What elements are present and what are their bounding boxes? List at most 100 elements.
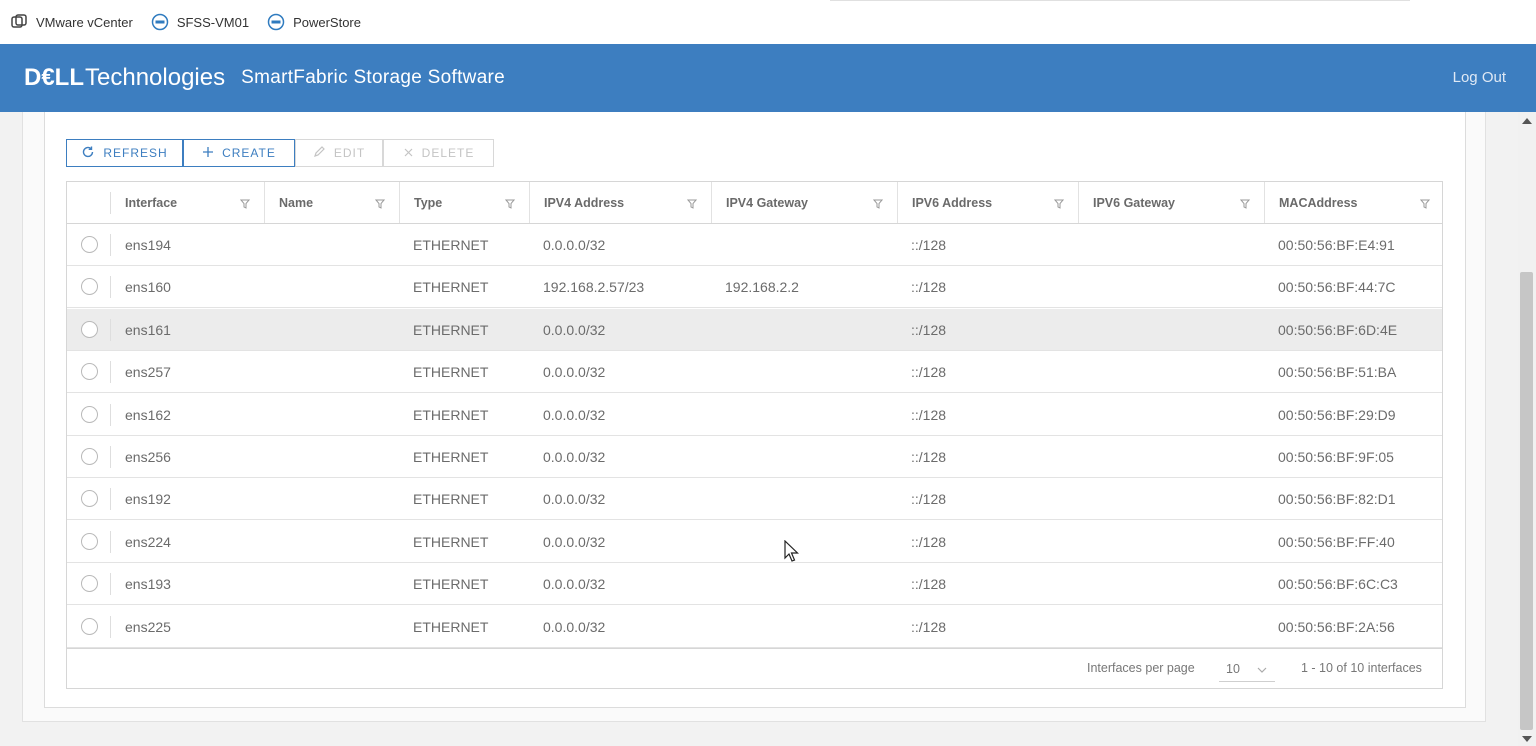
edit-label: EDIT	[333, 146, 366, 160]
bookmark-vmware-vcenter[interactable]: VMware vCenter	[10, 13, 133, 31]
row-select-radio[interactable]	[81, 320, 98, 338]
cell-mac-address: 00:50:56:BF:FF:40	[1278, 533, 1395, 550]
chevron-down-icon	[1257, 663, 1267, 677]
filter-icon[interactable]	[1239, 198, 1251, 212]
header-col-name[interactable]: Name	[264, 182, 399, 223]
cell-type: ETHERNET	[413, 491, 489, 508]
refresh-button[interactable]: REFRESH	[66, 139, 183, 167]
row-select-radio[interactable]	[81, 575, 98, 593]
row-select-radio[interactable]	[81, 236, 98, 253]
dell-logo-icon	[267, 13, 285, 31]
column-header-label: Name	[279, 195, 314, 210]
table-row[interactable]: ens193 ETHERNET 0.0.0.0/32::/128 00:50:56:B…	[67, 563, 1442, 606]
filter-icon[interactable]	[504, 198, 516, 212]
table-row[interactable]: ens160 ETHERNET 192.168.2.57/23 192.168.2.2…	[67, 266, 1442, 309]
cell-mac-address: 00:50:56:BF:6D:4E	[1278, 321, 1398, 338]
cell-mac-address: 00:50:56:BF:E4:91	[1278, 237, 1395, 253]
column-header-label: IPV6 Gateway	[1093, 195, 1175, 210]
table-row[interactable]: ens256 ETHERNET 0.0.0.0/32::/128 00:50:56:B…	[67, 436, 1442, 478]
per-page-label: Interfaces per page	[1087, 661, 1195, 675]
delete-button[interactable]: DELETE	[383, 139, 494, 167]
cell-ipv6-address: ::/128	[911, 576, 947, 593]
table-row[interactable]: ens192 ETHERNET 0.0.0.0/32::/128 00:50:56:B…	[67, 478, 1442, 521]
row-select-radio[interactable]	[81, 490, 98, 508]
filter-icon[interactable]	[872, 198, 884, 212]
filter-icon[interactable]	[686, 198, 698, 212]
mouse-pointer-icon	[784, 539, 800, 567]
pagination-info: 1 - 10 of 10 interfaces	[1301, 661, 1422, 675]
scroll-thumb[interactable]	[1520, 272, 1533, 730]
filter-icon[interactable]	[1053, 198, 1065, 212]
cell-ipv4-address: 0.0.0.0/32	[543, 533, 606, 550]
table-row[interactable]: ens162 ETHERNET 0.0.0.0/32::/128 00:50:56:B…	[67, 394, 1442, 436]
row-select-radio[interactable]	[81, 532, 98, 550]
cell-type: ETHERNET	[413, 321, 489, 338]
filter-icon[interactable]	[239, 198, 251, 212]
cell-ipv6-address: ::/128	[911, 491, 947, 508]
cell-interface: ens224	[125, 533, 171, 550]
table-row[interactable]: ens257 ETHERNET 0.0.0.0/32::/128 00:50:56:B…	[67, 351, 1442, 394]
bookmark-label: VMware vCenter	[36, 14, 133, 30]
cell-interface: ens193	[125, 576, 171, 593]
table-footer: Interfaces per page 10 1 - 10 of 10 inte…	[67, 648, 1442, 688]
row-select-radio[interactable]	[81, 448, 98, 465]
edit-button[interactable]: EDIT	[295, 139, 383, 167]
table-row[interactable]: ens224 ETHERNET 0.0.0.0/32::/128 00:50:56:B…	[67, 521, 1442, 563]
select-column-divider	[110, 573, 111, 596]
cell-interface: ens256	[125, 449, 171, 465]
header-col-type[interactable]: Type	[399, 182, 529, 223]
bookmark-powerstore[interactable]: PowerStore	[267, 13, 361, 31]
bookmarks-bar: VMware vCenter SFSS-VM01 PowerStore	[0, 0, 1536, 44]
per-page-select[interactable]: 10	[1219, 655, 1275, 682]
header-col-ipv6-gateway[interactable]: IPV6 Gateway	[1078, 182, 1264, 223]
row-select-radio[interactable]	[81, 363, 98, 381]
dell-logo-icon	[151, 13, 169, 31]
table-row[interactable]: ens161 ETHERNET 0.0.0.0/32::/128 00:50:56:B…	[67, 308, 1442, 351]
cell-ipv4-gateway: 192.168.2.2	[725, 279, 799, 296]
page-scrollbar[interactable]	[1518, 112, 1536, 746]
interfaces-table: Interface Name Type IPV4 Address IPV4 Gatewa…	[66, 181, 1443, 689]
cell-type: ETHERNET	[413, 237, 489, 253]
cell-mac-address: 00:50:56:BF:2A:56	[1278, 618, 1395, 635]
app-header: D€LL Technologies SmartFabric Storage So…	[0, 44, 1536, 112]
select-column-divider	[110, 530, 111, 553]
cell-type: ETHERNET	[413, 406, 489, 423]
logout-link[interactable]: Log Out	[1453, 69, 1506, 86]
cell-mac-address: 00:50:56:BF:44:7C	[1278, 279, 1396, 296]
bookmark-sfss-vm01[interactable]: SFSS-VM01	[151, 13, 249, 31]
cell-ipv6-address: ::/128	[911, 364, 947, 381]
table-row[interactable]: ens225 ETHERNET 0.0.0.0/32::/128 00:50:56:B…	[67, 606, 1442, 648]
select-column-divider	[110, 234, 111, 256]
filter-icon[interactable]	[1419, 198, 1431, 212]
column-header-label: IPV4 Address	[544, 195, 625, 210]
cell-ipv4-address: 0.0.0.0/32	[543, 406, 606, 423]
select-column-divider	[110, 276, 111, 299]
header-col-ipv6-address[interactable]: IPV6 Address	[897, 182, 1078, 223]
select-column-divider	[110, 615, 111, 638]
brand-dell-logo: D€LL	[24, 64, 84, 91]
header-col-mac-address[interactable]: MACAddress	[1264, 182, 1444, 223]
cell-ipv4-address: 0.0.0.0/32	[543, 364, 606, 381]
row-select-radio[interactable]	[81, 405, 98, 423]
cell-interface: ens160	[125, 279, 171, 296]
select-column-divider	[110, 403, 111, 426]
cell-mac-address: 00:50:56:BF:9F:05	[1278, 449, 1394, 465]
header-col-ipv4-gateway[interactable]: IPV4 Gateway	[711, 182, 897, 223]
scroll-up-arrow-icon[interactable]	[1522, 118, 1532, 124]
cell-interface: ens257	[125, 364, 171, 381]
cell-type: ETHERNET	[413, 449, 489, 465]
scroll-down-arrow-icon[interactable]	[1522, 736, 1532, 742]
cell-ipv6-address: ::/128	[911, 533, 947, 550]
cell-ipv4-address: 0.0.0.0/32	[543, 321, 606, 338]
cell-ipv4-address: 0.0.0.0/32	[543, 449, 606, 465]
header-col-ipv4-address[interactable]: IPV4 Address	[529, 182, 711, 223]
table-row[interactable]: ens194 ETHERNET 0.0.0.0/32::/128 00:50:56:B…	[67, 224, 1442, 266]
header-col-interface[interactable]: Interface	[111, 182, 264, 223]
create-button[interactable]: CREATE	[183, 139, 295, 167]
vmware-icon	[10, 13, 28, 31]
cell-type: ETHERNET	[413, 576, 489, 593]
row-select-radio[interactable]	[81, 617, 98, 635]
close-icon	[403, 145, 414, 161]
filter-icon[interactable]	[374, 198, 386, 212]
row-select-radio[interactable]	[81, 278, 98, 296]
